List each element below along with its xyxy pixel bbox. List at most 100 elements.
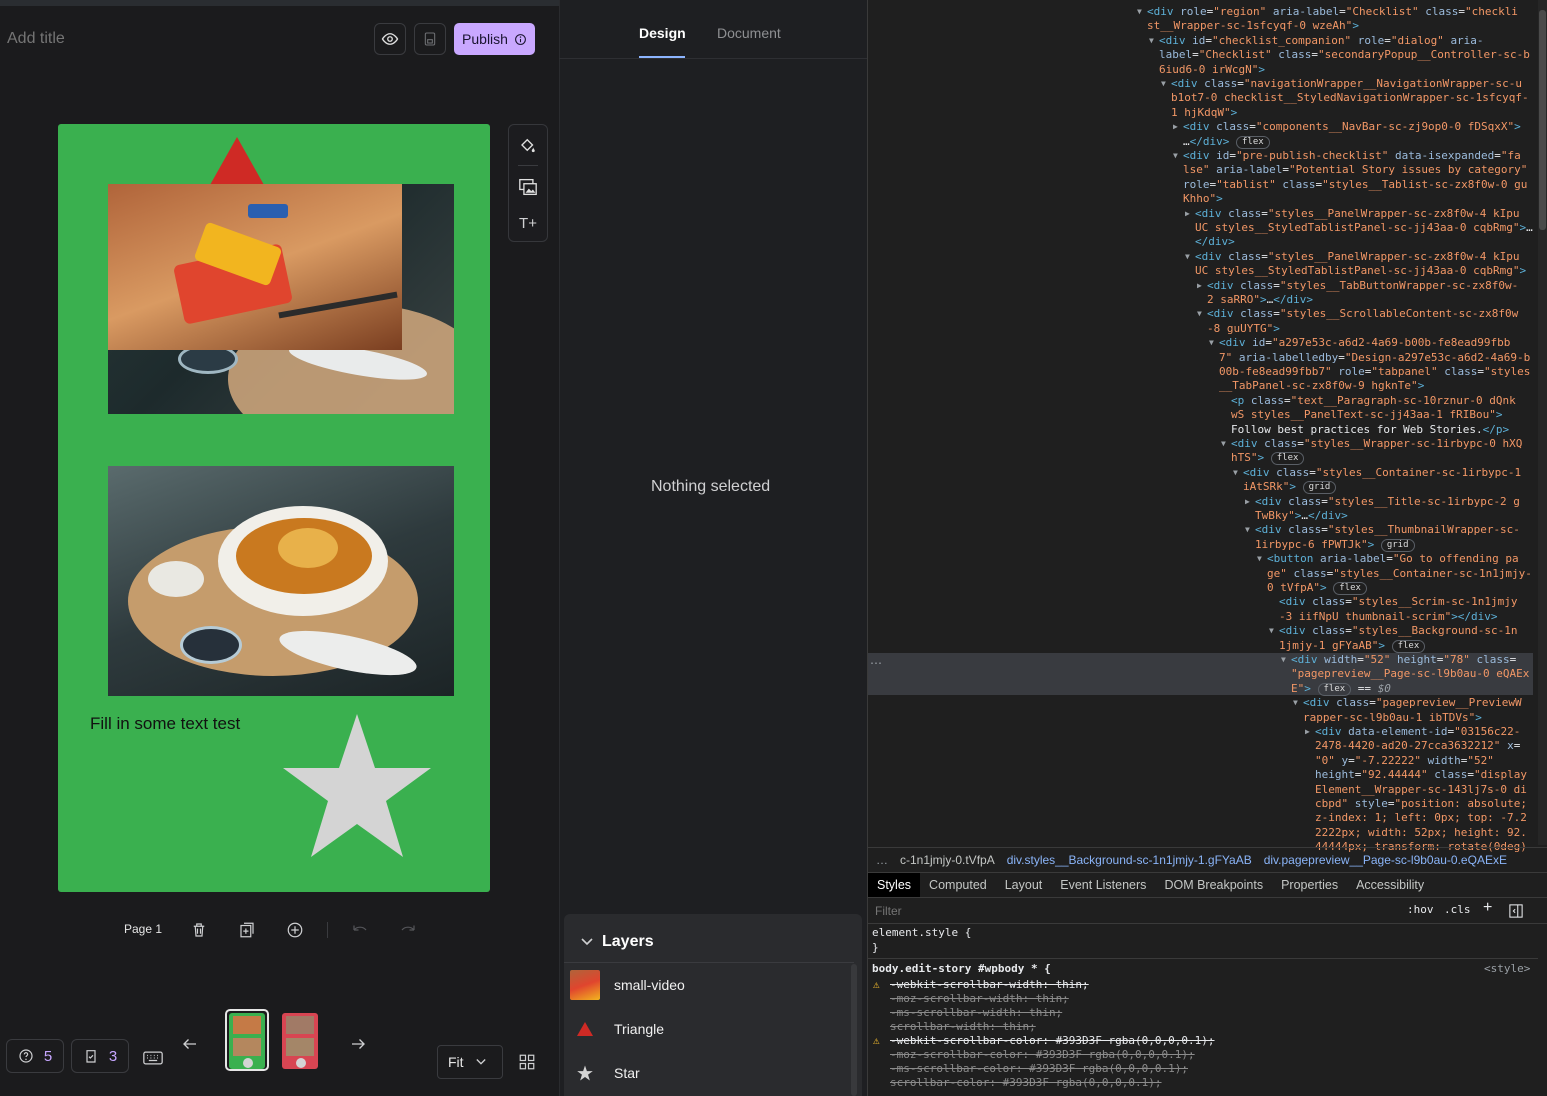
caret-down-icon[interactable]: ▼ <box>1269 624 1274 638</box>
redo-icon[interactable] <box>398 921 418 939</box>
dom-node-line[interactable]: __TabPanel-sc-zx8f0w-9 hgknTe"> <box>1219 379 1424 393</box>
page-thumbnail-1[interactable] <box>225 1009 269 1071</box>
page-thumbnail-2[interactable] <box>282 1013 318 1069</box>
breadcrumb-ellipsis[interactable]: … <box>876 853 888 867</box>
layer-item-triangle[interactable]: Triangle <box>570 1009 850 1049</box>
dom-node-line[interactable]: lse" aria-label="Potential Story issues … <box>1183 163 1527 177</box>
caret-down-icon[interactable]: ▼ <box>1173 149 1178 163</box>
add-page-icon[interactable] <box>286 921 304 939</box>
undo-icon[interactable] <box>350 921 370 939</box>
caret-down-icon[interactable]: ▼ <box>1161 77 1166 91</box>
dom-node-line[interactable]: ▼ <div class="styles__PanelWrapper-sc-zx8… <box>1185 250 1520 264</box>
caret-down-icon[interactable]: ▼ <box>1233 466 1238 480</box>
caret-down-icon[interactable]: ▼ <box>1185 250 1190 264</box>
dom-scrollbar-thumb[interactable] <box>1539 10 1546 230</box>
duplicate-page-icon[interactable] <box>238 921 256 939</box>
caret-right-icon[interactable]: ▶ <box>1245 495 1250 509</box>
story-canvas-page[interactable]: Fill in some text test <box>58 124 490 892</box>
css-declaration[interactable]: -webkit-scrollbar-color: #393D3F rgba(0,… <box>890 1034 1215 1048</box>
dom-node-line[interactable]: ▼ <div class="styles__Background-sc-1n <box>1269 624 1517 638</box>
dom-node-line[interactable]: "pagepreview__Page-sc-l9b0au-0 eQAEx <box>1291 667 1529 681</box>
dom-node-line[interactable]: <div class="styles__Scrim-sc-1n1jmjy <box>1279 595 1517 609</box>
small-video-element[interactable] <box>108 184 402 350</box>
dom-node-line[interactable]: ▼ <div class="styles__ThumbnailWrapper-sc… <box>1245 523 1520 537</box>
dom-node-line[interactable]: UC styles__StyledTablistPanel-sc-jj43aa-… <box>1195 221 1533 235</box>
class-toggle[interactable]: .cls <box>1444 903 1471 916</box>
tab-document[interactable]: Document <box>717 25 781 41</box>
title-input[interactable] <box>7 28 307 50</box>
hover-state-toggle[interactable]: :hov <box>1407 903 1434 916</box>
tab-computed[interactable]: Computed <box>920 873 996 897</box>
layers-scrollbar[interactable] <box>851 964 857 1096</box>
caret-down-icon[interactable]: ▼ <box>1221 437 1226 451</box>
layers-title[interactable]: Layers <box>602 933 654 951</box>
dom-node-line[interactable]: E"> flex == $0 <box>1291 682 1391 696</box>
checklist-button[interactable]: 5 <box>6 1039 64 1073</box>
arrow-right-icon[interactable] <box>348 1035 368 1053</box>
dom-node-line[interactable]: Follow best practices for Web Stories.</… <box>1231 423 1509 437</box>
dom-node-line[interactable]: hTS"> flex <box>1231 451 1305 466</box>
publish-button[interactable]: Publish <box>454 23 535 55</box>
caret-right-icon[interactable]: ▶ <box>1197 279 1202 293</box>
dom-node-line[interactable]: 2478-4420-ad20-27cca3632212" x= <box>1315 739 1520 753</box>
dom-node-line[interactable]: role="tablist" class="styles__Tablist-sc… <box>1183 178 1527 192</box>
dom-node-line[interactable]: -8 guUYTG"> <box>1207 322 1280 336</box>
dom-node-line[interactable]: ▼ <div id="pre-publish-checklist" data-is… <box>1173 149 1521 163</box>
styles-filter-input[interactable] <box>875 903 1275 918</box>
dom-node-line[interactable]: ▼ <div class="styles__ScrollableContent-s… <box>1197 307 1518 321</box>
dom-node-line[interactable]: b1ot7-0 checklist__StyledNavigationWrapp… <box>1171 91 1529 105</box>
layer-item-small-video[interactable]: small-video <box>570 965 850 1005</box>
dom-node-line[interactable]: 1 hjKdqW"> <box>1171 106 1237 120</box>
dom-node-line[interactable]: <p class="text__Paragraph-sc-10rznur-0 d… <box>1231 394 1516 408</box>
arrow-left-icon[interactable] <box>180 1035 200 1053</box>
tab-dom-breakpoints[interactable]: DOM Breakpoints <box>1155 873 1272 897</box>
dom-node-line[interactable]: ▼ <div id="a297e53c-a6d2-4a69-b00b-fe8ead… <box>1209 336 1510 350</box>
tab-accessibility[interactable]: Accessibility <box>1347 873 1433 897</box>
dom-node-line[interactable]: 1irbypc-6 fPWTJk"> grid <box>1255 538 1415 552</box>
dom-node-line[interactable]: ▶ <div class="components__NavBar-sc-zj9op… <box>1173 120 1521 134</box>
canvas-text-element[interactable]: Fill in some text test <box>90 714 240 734</box>
zoom-select[interactable]: Fit <box>437 1045 503 1079</box>
dom-node-line[interactable]: 1jmjy-1 gFYaAB"> flex <box>1279 639 1426 653</box>
dom-node-line[interactable]: cbpd" style="position: absolute; <box>1315 797 1527 811</box>
rule-source-link[interactable]: <style> <box>1484 962 1530 976</box>
dom-node-line[interactable]: 6iud6-0 irWcgN"> <box>1159 63 1265 77</box>
dom-node-line[interactable]: ▼ <div width="52" height="78" class= <box>1281 653 1516 667</box>
dom-node-line[interactable]: ▶ <div class="styles__TabButtonWrapper-sc… <box>1197 279 1518 293</box>
tab-design[interactable]: Design <box>639 25 686 41</box>
caret-down-icon[interactable]: ▼ <box>1137 5 1142 19</box>
new-rule-icon[interactable]: + <box>1483 899 1492 917</box>
grid-view-icon[interactable] <box>518 1053 536 1071</box>
caret-down-icon[interactable]: ▼ <box>1257 552 1262 566</box>
dom-node-line[interactable]: 00b-fe8ead99fbb7" role="tabpanel" class=… <box>1219 365 1530 379</box>
dom-node-line[interactable]: 2 saRRO">…</div> <box>1207 293 1313 307</box>
chevron-down-icon[interactable] <box>581 937 593 947</box>
dom-node-line[interactable]: 2222px; width: 52px; height: 92. <box>1315 826 1527 840</box>
preview-button[interactable] <box>374 23 406 55</box>
dom-node-line[interactable]: ▼ <button aria-label="Go to offending pa <box>1257 552 1519 566</box>
save-draft-button[interactable] <box>414 23 446 55</box>
css-declaration[interactable]: -moz-scrollbar-width: thin; <box>890 992 1069 1006</box>
caret-down-icon[interactable]: ▼ <box>1245 523 1250 537</box>
dom-node-line[interactable]: ▼ <div class="pagepreview__PreviewW <box>1293 696 1522 710</box>
dom-node-line[interactable]: 0 tVfpA"> flex <box>1267 581 1367 595</box>
dom-node-line[interactable]: ▼ <div class="styles__Container-sc-1irbyp… <box>1233 466 1521 480</box>
comments-button[interactable]: 3 <box>71 1039 129 1073</box>
dom-node-line[interactable]: 7" aria-labelledby="Design-a297e53c-a6d2… <box>1219 351 1530 365</box>
css-declaration[interactable]: -moz-scrollbar-color: #393D3F rgba(0,0,0… <box>890 1048 1195 1062</box>
caret-down-icon[interactable]: ▼ <box>1209 336 1214 350</box>
star-shape[interactable] <box>281 712 433 859</box>
node-actions-icon[interactable]: ⋯ <box>870 656 882 670</box>
dom-node-line[interactable]: label="Checklist" class="secondaryPopup_… <box>1159 48 1530 62</box>
dom-node-line[interactable]: rapper-sc-l9b0au-1 ibTDVs"> <box>1303 711 1482 725</box>
caret-right-icon[interactable]: ▶ <box>1173 120 1178 134</box>
dom-node-line[interactable]: ▼ <div id="checklist_companion" role="dia… <box>1149 34 1484 48</box>
tab-styles[interactable]: Styles <box>868 873 921 897</box>
caret-down-icon[interactable]: ▼ <box>1293 696 1298 710</box>
toggle-sidebar-icon[interactable] <box>1509 904 1523 918</box>
dom-node-line[interactable]: ▶ <div data-element-id="03156c22- <box>1305 725 1520 739</box>
dom-node-line[interactable]: Element__Wrapper-sc-143lj7s-0 di <box>1315 783 1527 797</box>
fill-tool-button[interactable] <box>509 129 547 161</box>
caret-down-icon[interactable]: ▼ <box>1281 653 1286 667</box>
dom-node-line[interactable]: st__Wrapper-sc-1sfcyqf-0 wzeAh"> <box>1147 19 1359 33</box>
